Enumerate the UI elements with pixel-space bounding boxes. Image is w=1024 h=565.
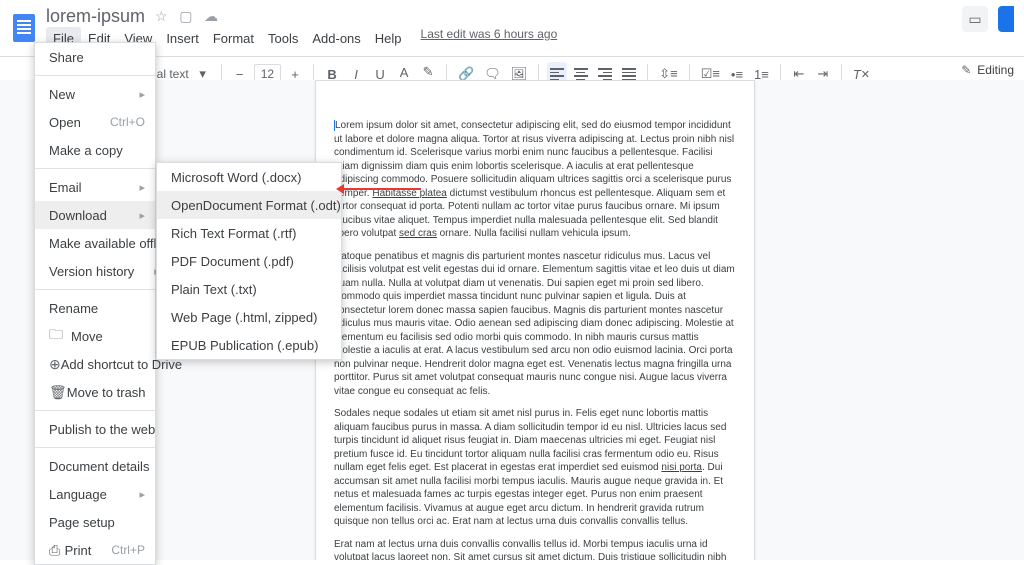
download-docx[interactable]: Microsoft Word (.docx)	[157, 163, 341, 191]
menu-download[interactable]: Download▸	[35, 201, 155, 229]
body-paragraph[interactable]: Sodales neque sodales ut etiam sit amet …	[334, 407, 736, 529]
editing-mode-label: Editing	[977, 63, 1014, 77]
menu-move[interactable]: 🗀Move	[35, 322, 155, 350]
menu-make-copy[interactable]: Make a copy	[35, 136, 155, 164]
submenu-arrow-icon: ▸	[139, 88, 145, 101]
menu-tools[interactable]: Tools	[261, 27, 305, 50]
download-odt[interactable]: OpenDocument Format (.odt)	[157, 191, 341, 219]
menu-format[interactable]: Format	[206, 27, 261, 50]
last-edit-link[interactable]: Last edit was 6 hours ago	[421, 27, 558, 50]
folder-move-icon: 🗀	[49, 324, 71, 348]
submenu-arrow-icon: ▸	[139, 209, 145, 222]
add-drive-icon: ⊕	[49, 356, 61, 373]
trash-icon: 🗑	[49, 384, 67, 401]
file-menu: Share New▸ OpenCtrl+O Make a copy Email▸…	[34, 42, 156, 565]
download-submenu: Microsoft Word (.docx) OpenDocument Form…	[156, 162, 342, 360]
menu-page-setup[interactable]: Page setup	[35, 508, 155, 536]
cloud-status-icon[interactable]: ☁	[204, 8, 218, 24]
star-icon[interactable]: ☆	[155, 8, 168, 24]
document-page[interactable]: Lorem ipsum dolor sit amet, consectetur …	[315, 80, 755, 560]
submenu-arrow-icon: ▸	[139, 488, 145, 501]
menu-move-trash[interactable]: 🗑Move to trash	[35, 378, 155, 406]
mode-switcher[interactable]: ✎ Editing	[961, 63, 1014, 77]
submenu-arrow-icon: ▸	[139, 181, 145, 194]
header-right: ▭	[962, 6, 1014, 32]
comments-icon[interactable]: ▭	[962, 6, 988, 32]
document-name[interactable]: lorem-ipsum	[46, 6, 145, 27]
menu-doc-details[interactable]: Document details	[35, 452, 155, 480]
menu-open[interactable]: OpenCtrl+O	[35, 108, 155, 136]
annotation-arrow	[339, 188, 421, 190]
menu-help[interactable]: Help	[368, 27, 409, 50]
menu-email[interactable]: Email▸	[35, 173, 155, 201]
menu-version-history[interactable]: Version history▸	[35, 257, 155, 285]
menu-insert[interactable]: Insert	[159, 27, 206, 50]
download-epub[interactable]: EPUB Publication (.epub)	[157, 331, 341, 359]
body-paragraph[interactable]: Lorem ipsum dolor sit amet, consectetur …	[334, 119, 736, 241]
menu-new[interactable]: New▸	[35, 80, 155, 108]
docs-logo[interactable]	[10, 10, 38, 46]
title-icons: ☆ ▢ ☁	[155, 8, 226, 25]
menu-add-shortcut[interactable]: ⊕Add shortcut to Drive	[35, 350, 155, 378]
menu-addons[interactable]: Add-ons	[305, 27, 367, 50]
body-paragraph[interactable]: Natoque penatibus et magnis dis parturie…	[334, 250, 736, 399]
download-pdf[interactable]: PDF Document (.pdf)	[157, 247, 341, 275]
move-folder-icon[interactable]: ▢	[179, 8, 192, 24]
print-icon: ⎙	[49, 542, 65, 559]
body-paragraph[interactable]: Erat nam at lectus urna duis convallis c…	[334, 538, 736, 561]
menu-share[interactable]: Share	[35, 43, 155, 71]
pencil-icon: ✎	[961, 63, 971, 77]
menu-rename[interactable]: Rename	[35, 294, 155, 322]
download-txt[interactable]: Plain Text (.txt)	[157, 275, 341, 303]
download-html[interactable]: Web Page (.html, zipped)	[157, 303, 341, 331]
download-rtf[interactable]: Rich Text Format (.rtf)	[157, 219, 341, 247]
menu-language[interactable]: Language▸	[35, 480, 155, 508]
menu-publish[interactable]: Publish to the web	[35, 415, 155, 443]
share-button[interactable]	[998, 6, 1014, 32]
menu-make-offline[interactable]: Make available offline	[35, 229, 155, 257]
